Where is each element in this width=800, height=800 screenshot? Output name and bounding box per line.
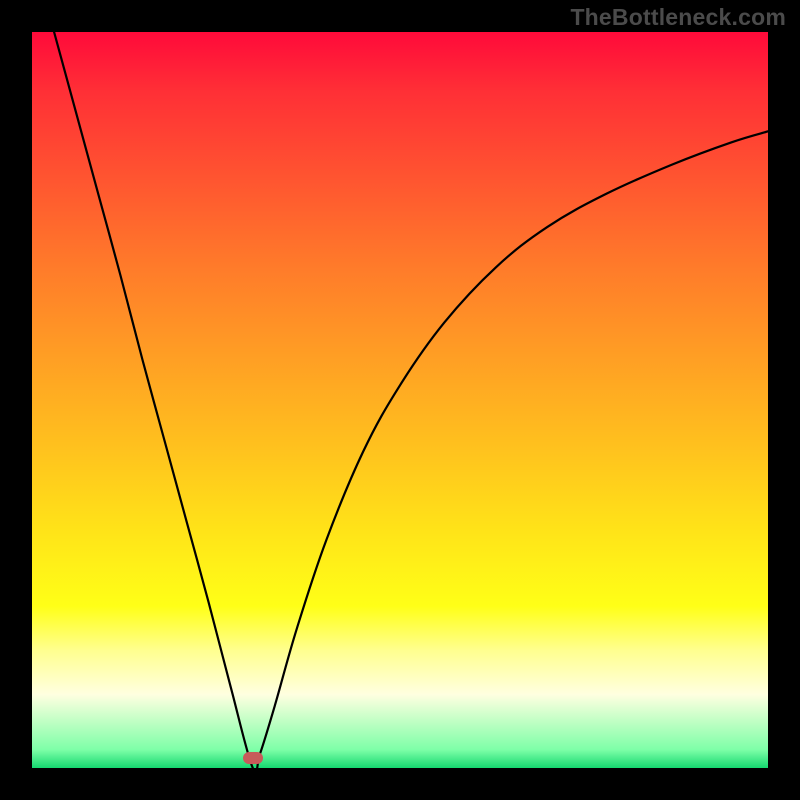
bottleneck-curve [32,32,768,768]
watermark-text: TheBottleneck.com [570,4,786,31]
chart-frame: TheBottleneck.com [0,0,800,800]
curve-path [54,32,768,768]
minimum-marker [243,752,263,764]
plot-area [32,32,768,768]
